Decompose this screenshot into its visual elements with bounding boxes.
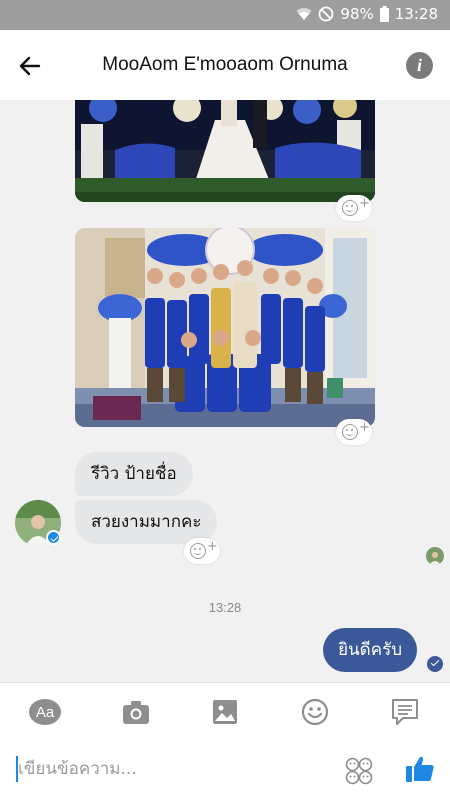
message-composer (0, 740, 450, 800)
text-format-label: Aa (36, 704, 55, 721)
reaction-button[interactable]: + (336, 419, 372, 445)
shared-photo[interactable] (75, 228, 375, 427)
message-timestamp: 13:28 (208, 600, 242, 615)
conversation-header: MooAom E'mooaom Ornuma i (0, 30, 450, 100)
wedding-photo-image (75, 100, 375, 202)
smiley-icon (342, 200, 358, 216)
back-arrow-icon[interactable] (14, 50, 46, 82)
emoji-icon[interactable] (299, 697, 331, 727)
gallery-icon[interactable] (209, 697, 241, 727)
battery-percent: 98% (340, 5, 374, 23)
reaction-button[interactable]: + (336, 195, 372, 221)
received-message[interactable]: รีวิว ป้ายชื่อ (75, 452, 193, 496)
plus-icon: + (359, 196, 370, 211)
sent-message[interactable]: ยินดีครับ (323, 628, 417, 672)
message-input[interactable] (18, 754, 318, 784)
shared-photo[interactable] (75, 100, 375, 202)
group-photo-image (75, 228, 375, 427)
delivered-check-icon (427, 656, 443, 672)
smiley-icon (342, 424, 358, 440)
plus-icon: + (207, 539, 218, 554)
camera-icon[interactable] (120, 697, 152, 727)
status-bar: 98% 13:28 (0, 0, 450, 30)
message-list[interactable]: + + รีวิว ป้ายชื่อ สวยงามมากคะ + 13:28 ย… (0, 100, 450, 682)
info-icon[interactable]: i (406, 52, 433, 79)
messenger-badge-icon (46, 530, 61, 545)
conversation-title: MooAom E'mooaom Ornuma (102, 54, 348, 75)
like-thumb-icon[interactable] (405, 754, 435, 784)
clock: 13:28 (394, 5, 438, 23)
do-not-disturb-icon (319, 6, 334, 22)
wifi-icon (296, 8, 312, 20)
text-format-icon[interactable]: Aa (28, 697, 62, 727)
smiley-icon (190, 543, 206, 559)
more-icon[interactable] (389, 697, 421, 727)
plus-icon: + (359, 420, 370, 435)
composer-toolbar: Aa (0, 682, 450, 740)
sticker-icon[interactable] (345, 757, 373, 785)
seen-indicator-avatar (426, 547, 444, 565)
battery-icon (379, 6, 389, 22)
reaction-button[interactable]: + (184, 538, 220, 564)
